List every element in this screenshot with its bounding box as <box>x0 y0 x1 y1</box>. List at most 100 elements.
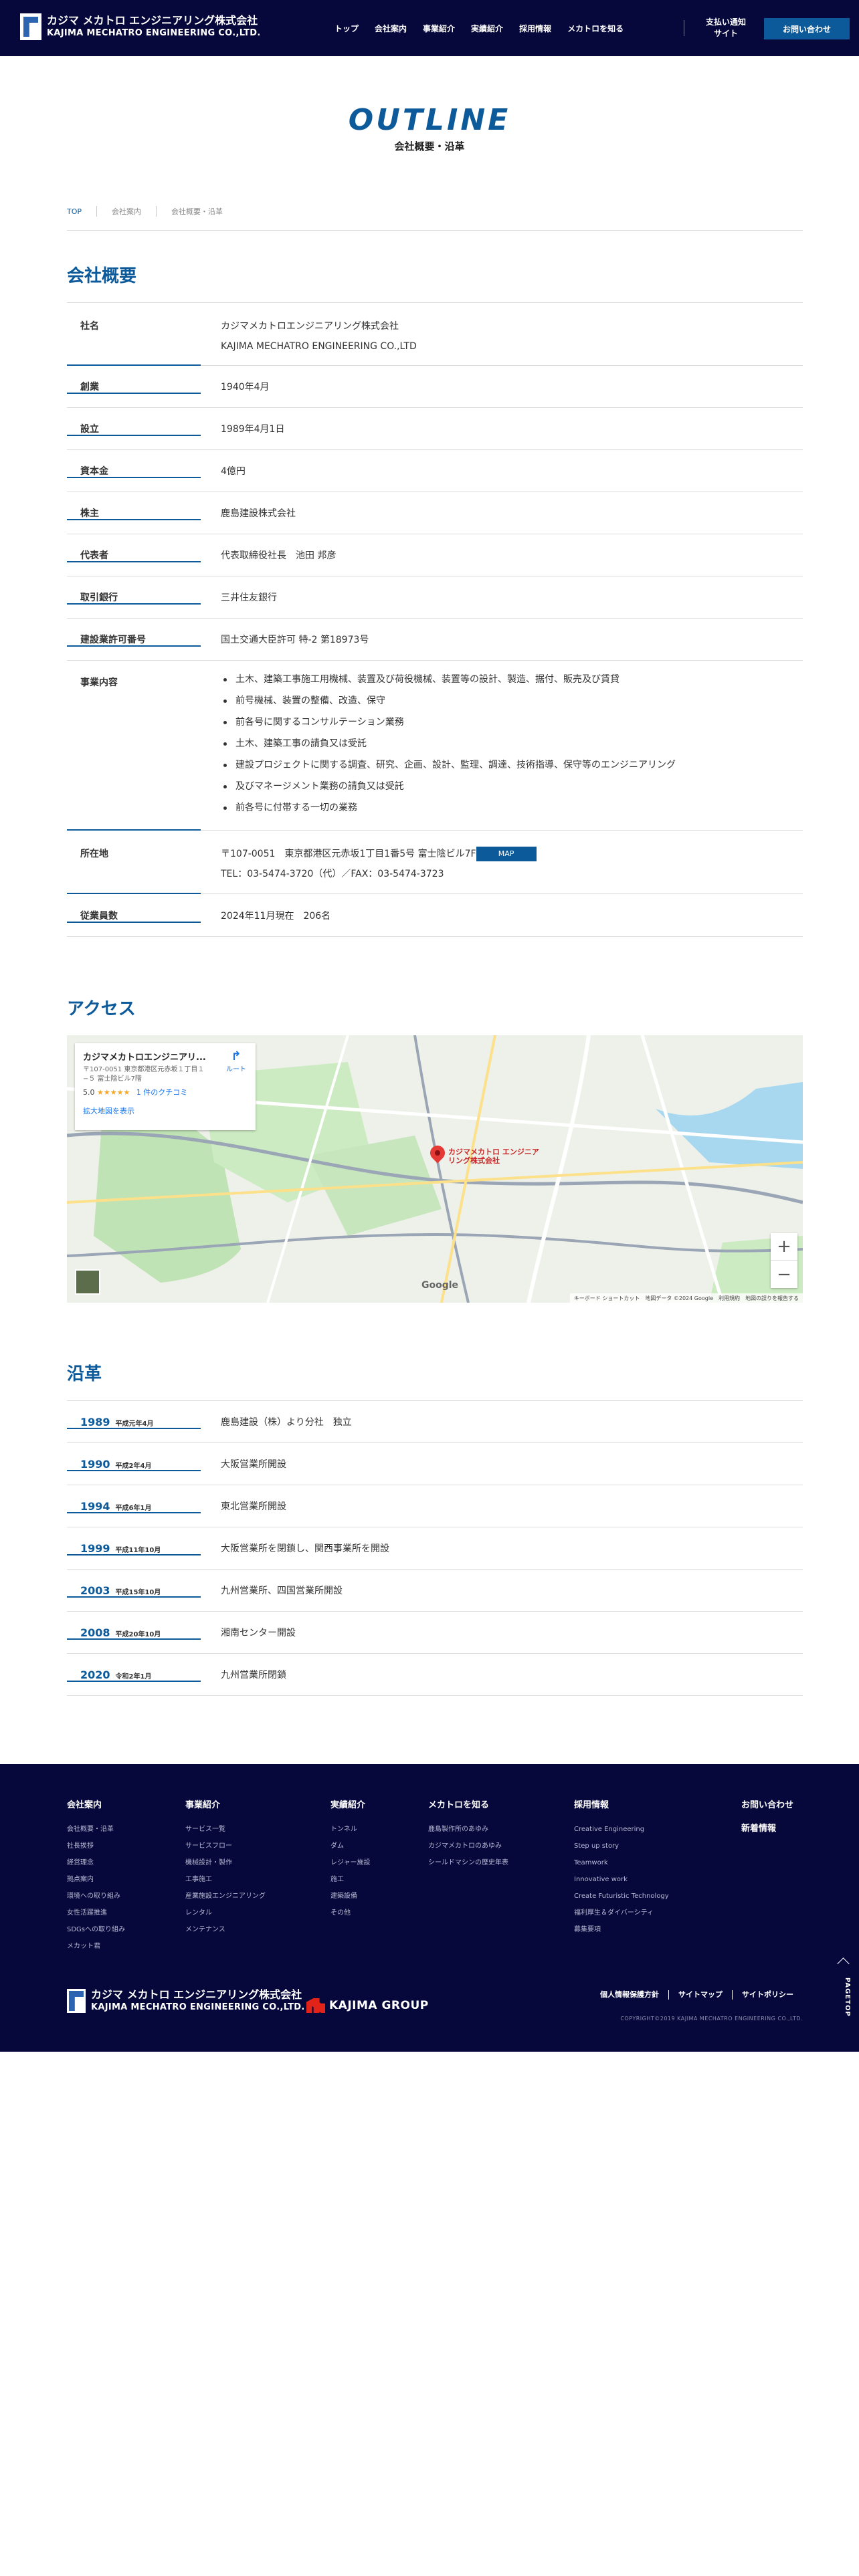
breadcrumb-top[interactable]: TOP <box>67 207 96 216</box>
footer-link[interactable]: Teamwork <box>574 1854 669 1871</box>
established-label: 設立 <box>67 422 201 436</box>
company-name-en: KAJIMA MECHATRO ENGINEERING CO.,LTD <box>221 341 417 352</box>
history-text: 大阪営業所を閉鎖し、関西事業所を開設 <box>221 1543 389 1554</box>
table-row: 1994 平成6年1月 東北営業所開設 <box>67 1485 803 1527</box>
footer-link[interactable]: 社長挨拶 <box>67 1838 125 1854</box>
history-era: 令和2年1月 <box>115 1673 152 1681</box>
footer-col-title[interactable]: 会社案内 <box>67 1798 125 1810</box>
footer-col-title[interactable]: メカトロを知る <box>428 1798 508 1810</box>
list-item: 土木、建築工事施工用機械、装置及び荷役機械、装置等の設計、製造、据付、販売及び賃… <box>221 669 803 690</box>
footer-link[interactable]: 産業施設エンジニアリング <box>185 1888 266 1905</box>
table-row: 資本金 4億円 <box>67 450 803 492</box>
footer-col-title[interactable]: 事業紹介 <box>185 1798 266 1810</box>
footer-col-title[interactable]: 採用情報 <box>574 1798 669 1810</box>
footer-link[interactable]: サービスフロー <box>185 1838 266 1854</box>
history-era: 平成20年10月 <box>115 1630 161 1638</box>
satellite-toggle[interactable] <box>75 1269 100 1295</box>
footer-link[interactable]: 建築設備 <box>330 1888 371 1905</box>
footer-link[interactable]: 経営理念 <box>67 1854 125 1871</box>
payment-notice-link[interactable]: 支払い通知 サイト <box>702 17 749 39</box>
history-year: 1990 <box>80 1457 110 1471</box>
founded-value: 1940年4月 <box>221 382 270 393</box>
footer-link[interactable]: 機械設計・製作 <box>185 1854 266 1871</box>
founded-label: 創業 <box>67 380 201 394</box>
directions-label: ルート <box>226 1066 246 1073</box>
footer-col-business: 事業紹介 サービス一覧 サービスフロー 機械設計・製作 工事施工 産業施設エンジ… <box>185 1798 266 1938</box>
table-row: 建設業許可番号 国土交通大臣許可 特-2 第18973号 <box>67 619 803 661</box>
kajima-group-logo[interactable]: KAJIMA GROUP <box>306 1998 429 2013</box>
history-era: 平成元年4月 <box>115 1420 154 1428</box>
nav-company[interactable]: 会社案内 <box>375 23 407 34</box>
larger-map-link[interactable]: 拡大地図を表示 <box>83 1105 248 1116</box>
footer-link[interactable]: 募集要項 <box>574 1921 669 1938</box>
directions-button[interactable]: ↱ ルート <box>226 1050 246 1074</box>
google-map[interactable]: カジマメカトロエンジニアリ... 〒107-0051 東京都港区元赤坂１丁目１−… <box>67 1035 803 1303</box>
history-year: 1994 <box>80 1499 110 1513</box>
rating-value: 5.0 <box>83 1088 95 1097</box>
zoom-out-button[interactable]: − <box>771 1261 797 1288</box>
footer-link[interactable]: Create Futuristic Technology <box>574 1888 669 1905</box>
footer-link[interactable]: カジマメカトロのあゆみ <box>428 1838 508 1854</box>
breadcrumb-company[interactable]: 会社案内 <box>96 206 156 217</box>
footer-link[interactable]: 会社概要・沿革 <box>67 1821 125 1838</box>
footer-link[interactable]: メンテナンス <box>185 1921 266 1938</box>
name-label: 社名 <box>67 303 201 366</box>
page-title-en: OUTLINE <box>348 103 511 137</box>
list-item: 土木、建築工事の請負又は受託 <box>221 733 803 754</box>
footer-link[interactable]: シールドマシンの歴史年表 <box>428 1854 508 1871</box>
footer-logo-en: KAJIMA MECHATRO ENGINEERING CO.,LTD. <box>91 2002 305 2012</box>
table-row: 代表者 代表取締役社長 池田 邦彦 <box>67 534 803 576</box>
footer-link[interactable]: Step up story <box>574 1838 669 1854</box>
site-policy-link[interactable]: サイトポリシー <box>732 1990 803 2000</box>
footer-link[interactable]: 環境への取り組み <box>67 1888 125 1905</box>
history-table: 1989 平成元年4月 鹿島建設（株）より分社 独立 1990 平成2年4月 大阪営… <box>67 1400 803 1696</box>
privacy-policy-link[interactable]: 個人情報保護方針 <box>591 1990 668 2000</box>
pagetop-button[interactable]: PAGETOP <box>835 1959 851 2020</box>
footer-logo[interactable]: カジマ メカトロ エンジニアリング株式会社 KAJIMA MECHATRO EN… <box>67 1988 305 2014</box>
bank-value: 三井住友銀行 <box>221 593 277 603</box>
footer-contact-link[interactable]: お問い合わせ <box>741 1798 793 1810</box>
footer-link[interactable]: 施工 <box>330 1871 371 1888</box>
footer-link[interactable]: SDGsへの取り組み <box>67 1921 125 1938</box>
footer-link[interactable]: その他 <box>330 1905 371 1921</box>
footer-link[interactable]: メカット君 <box>67 1938 125 1955</box>
map-button[interactable]: MAP <box>476 847 537 861</box>
footer-news-link[interactable]: 新着情報 <box>741 1821 793 1834</box>
footer-link[interactable]: レンタル <box>185 1905 266 1921</box>
history-text: 湘南センター開設 <box>221 1628 296 1638</box>
footer-col-title[interactable]: 実績紹介 <box>330 1798 371 1810</box>
footer-link[interactable]: Creative Engineering <box>574 1821 669 1838</box>
license-value: 国土交通大臣許可 特-2 第18973号 <box>221 635 369 645</box>
site-logo[interactable]: カジマ メカトロ エンジニアリング株式会社 KAJIMA MECHATRO EN… <box>20 13 261 40</box>
nav-works[interactable]: 実績紹介 <box>471 23 503 34</box>
footer-link[interactable]: 鹿島製作所のあゆみ <box>428 1821 508 1838</box>
contact-button[interactable]: お問い合わせ <box>764 18 850 39</box>
access-heading: アクセス <box>67 999 136 1019</box>
footer-link[interactable]: 拠点案内 <box>67 1871 125 1888</box>
map-pin-label: カジマメカトロ エンジニアリング株式会社 <box>448 1148 539 1165</box>
nav-recruit[interactable]: 採用情報 <box>519 23 551 34</box>
table-row: 1989 平成元年4月 鹿島建設（株）より分社 独立 <box>67 1401 803 1443</box>
footer-link[interactable]: 福利厚生＆ダイバーシティ <box>574 1905 669 1921</box>
footer-link[interactable]: サービス一覧 <box>185 1821 266 1838</box>
footer-link[interactable]: 女性活躍推進 <box>67 1905 125 1921</box>
established-value: 1989年4月1日 <box>221 424 285 435</box>
footer-link[interactable]: Innovative work <box>574 1871 669 1888</box>
sitemap-link[interactable]: サイトマップ <box>668 1990 732 2000</box>
outline-heading: 会社概要 <box>67 266 137 286</box>
table-row: 取引銀行 三井住友銀行 <box>67 576 803 619</box>
zoom-in-button[interactable]: + <box>771 1233 797 1261</box>
footer-link[interactable]: ダム <box>330 1838 371 1854</box>
table-row: 2008 平成20年10月 湘南センター開設 <box>67 1612 803 1654</box>
nav-about[interactable]: メカトロを知る <box>567 23 624 34</box>
footer-link[interactable]: トンネル <box>330 1821 371 1838</box>
map-attribution[interactable]: キーボード ショートカット 地図データ ©2024 Google 利用規約 地図… <box>569 1293 803 1303</box>
history-year: 2003 <box>80 1584 110 1597</box>
footer-link[interactable]: 工事施工 <box>185 1871 266 1888</box>
capital-value: 4億円 <box>221 466 246 477</box>
nav-business[interactable]: 事業紹介 <box>423 23 455 34</box>
history-year: 1999 <box>80 1541 110 1555</box>
nav-top[interactable]: トップ <box>335 23 359 34</box>
reviews-link[interactable]: 1 件のクチコミ <box>136 1088 188 1097</box>
footer-link[interactable]: レジャー施設 <box>330 1854 371 1871</box>
